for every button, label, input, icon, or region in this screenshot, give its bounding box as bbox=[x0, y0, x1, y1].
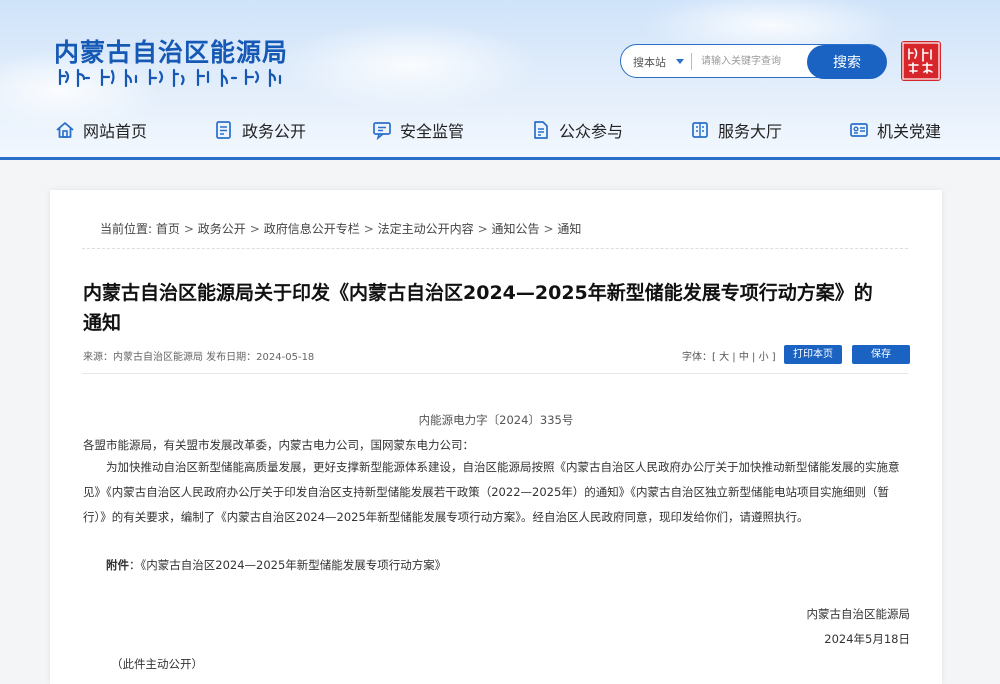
save-button[interactable]: 保存 bbox=[852, 345, 910, 364]
signature-date: 2024年5月18日 bbox=[824, 632, 910, 646]
attachment-label: 附件 bbox=[106, 558, 129, 572]
divider bbox=[691, 53, 692, 70]
nav-item-safety[interactable]: 安全监管 bbox=[372, 112, 464, 148]
signature-org: 内蒙古自治区能源局 bbox=[806, 607, 911, 621]
main-navigation: 网站首页 政务公开 安全监管 公众参与 服务大厅 机关党建 bbox=[0, 112, 1000, 148]
nav-item-label: 公众参与 bbox=[559, 122, 624, 141]
breadcrumb-item-home[interactable]: 首页 bbox=[156, 222, 180, 236]
nav-item-gov-affairs[interactable]: 政务公开 bbox=[214, 112, 306, 148]
id-card-icon bbox=[850, 123, 868, 137]
breadcrumb-separator: > bbox=[543, 222, 554, 236]
site-header: 内蒙古自治区能源局 搜本站 搜索 bbox=[0, 0, 1000, 160]
article-card: 当前位置: 首页 > 政务公开 > 政府信息公开专栏 > 法定主动公开内容 > 通知公告… bbox=[50, 190, 942, 684]
nav-item-home[interactable]: 网站首页 bbox=[55, 112, 147, 148]
seal-logo-icon[interactable] bbox=[901, 41, 941, 81]
breadcrumb-item-notice[interactable]: 通知 bbox=[557, 222, 581, 236]
seal-glyph-icon bbox=[902, 42, 940, 80]
header-divider bbox=[0, 157, 1000, 160]
font-size-medium[interactable]: 中 bbox=[739, 352, 749, 363]
nav-item-public-participation[interactable]: 公众参与 bbox=[531, 112, 623, 148]
breadcrumb-label: 当前位置: bbox=[100, 222, 153, 236]
breadcrumb-item-info-disclosure[interactable]: 政府信息公开专栏 bbox=[264, 222, 360, 236]
breadcrumb-separator: > bbox=[477, 222, 488, 236]
document-list-icon bbox=[216, 121, 231, 139]
nav-item-party-building[interactable]: 机关党建 bbox=[849, 112, 941, 148]
document-number: 内能源电力字〔2024〕335号 bbox=[418, 413, 574, 427]
breadcrumb-separator: > bbox=[183, 222, 194, 236]
chevron-down-icon[interactable] bbox=[676, 59, 684, 64]
search-button[interactable]: 搜索 bbox=[807, 45, 887, 79]
header-decoration bbox=[280, 20, 540, 110]
search-scope-select[interactable]: 搜本站 bbox=[633, 54, 666, 70]
search-input[interactable] bbox=[701, 51, 811, 71]
print-button[interactable]: 打印本页 bbox=[784, 345, 842, 364]
breadcrumb-separator: > bbox=[249, 222, 260, 236]
mongolian-script-logo bbox=[58, 68, 282, 88]
nav-item-service-hall[interactable]: 服务大厅 bbox=[690, 112, 782, 148]
breadcrumb-separator: > bbox=[363, 222, 374, 236]
breadcrumb-item-announcements[interactable]: 通知公告 bbox=[492, 222, 540, 236]
file-icon bbox=[534, 121, 548, 139]
nav-item-label: 政务公开 bbox=[242, 122, 307, 141]
divider bbox=[82, 373, 908, 374]
breadcrumb-item-gov-affairs[interactable]: 政务公开 bbox=[198, 222, 246, 236]
divider bbox=[82, 248, 908, 249]
nav-item-label: 机关党建 bbox=[877, 122, 942, 141]
nav-item-label: 网站首页 bbox=[83, 122, 148, 141]
font-size-small[interactable]: 小 bbox=[759, 352, 769, 363]
breadcrumb: 当前位置: 首页 > 政务公开 > 政府信息公开专栏 > 法定主动公开内容 > 通知公告… bbox=[100, 220, 581, 237]
font-size-label: 字体： bbox=[682, 352, 712, 363]
book-icon bbox=[692, 122, 708, 138]
home-icon bbox=[56, 122, 74, 138]
font-size-control: 字体：[ 大 | 中 | 小 ] bbox=[682, 352, 776, 363]
site-logo-title[interactable]: 内蒙古自治区能源局 bbox=[54, 33, 288, 69]
attachment-link[interactable]: ：《内蒙古自治区2024—2025年新型储能发展专项行动方案》 bbox=[129, 558, 446, 572]
font-size-large[interactable]: 大 bbox=[719, 352, 729, 363]
public-note: （此件主动公开） bbox=[111, 657, 203, 671]
nav-item-label: 安全监管 bbox=[400, 122, 465, 141]
breadcrumb-item-statutory-content[interactable]: 法定主动公开内容 bbox=[378, 222, 474, 236]
chat-board-icon bbox=[373, 122, 391, 140]
article-meta: 来源：内蒙古自治区能源局 发布日期：2024-05-18 bbox=[83, 352, 315, 363]
search-bar: 搜本站 搜索 bbox=[620, 44, 887, 79]
attachment-line: 附件：《内蒙古自治区2024—2025年新型储能发展专项行动方案》 bbox=[106, 553, 934, 578]
nav-item-label: 服务大厅 bbox=[718, 122, 783, 141]
body-paragraph: 为加快推动自治区新型储能高质量发展，更好支撑新型能源体系建设，自治区能源局按照《… bbox=[83, 460, 900, 524]
article-title: 内蒙古自治区能源局关于印发《内蒙古自治区2024—2025年新型储能发展专项行动… bbox=[83, 282, 873, 334]
